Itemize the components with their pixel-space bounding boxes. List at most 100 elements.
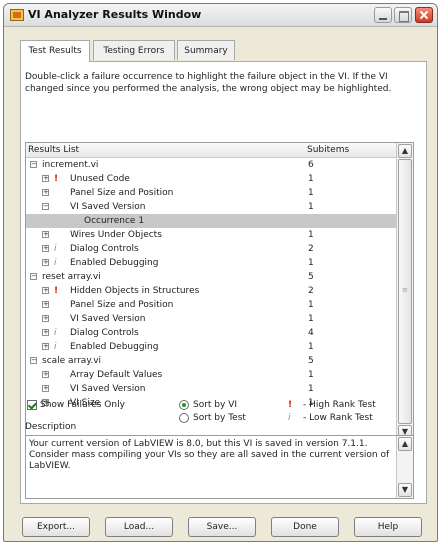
row-label: Occurrence 1 [84,216,145,226]
row-subitem-count: 1 [308,384,314,394]
subitems-column-label: Subitems [307,145,350,155]
occurrence-row[interactable]: Occurrence 1 [26,214,396,228]
expand-icon[interactable]: + [42,315,49,322]
high-rank-legend: - High Rank Test [303,400,376,410]
load-button[interactable]: Load... [105,517,173,537]
row-label: Panel Size and Position [70,188,174,198]
instructions-text: Double-click a failure occurrence to hig… [25,72,392,94]
close-button[interactable] [415,7,433,23]
row-label: Hidden Objects in Structures [70,286,200,296]
test-row[interactable]: + Wires Under Objects 1 [26,228,396,242]
expand-icon[interactable]: + [42,287,49,294]
description-scrollbar[interactable]: ▲ ▼ [396,436,413,498]
results-list-column-label: Results List [28,145,80,155]
row-subitem-count: 4 [308,328,314,338]
vi-row[interactable]: − reset array.vi 5 [26,270,396,284]
save-button[interactable]: Save... [188,517,256,537]
row-label: Unused Code [70,174,130,184]
scroll-up-icon[interactable]: ▲ [398,144,412,158]
expand-icon[interactable]: + [42,259,49,266]
tab-test-results[interactable]: Test Results [20,40,90,62]
expand-icon[interactable]: + [42,231,49,238]
row-subitem-count: 1 [308,258,314,268]
row-subitem-count: 1 [308,300,314,310]
test-row[interactable]: +! Hidden Objects in Structures 2 [26,284,396,298]
test-row[interactable]: + Panel Size and Position 1 [26,186,396,200]
test-row[interactable]: + i Enabled Debugging 1 [26,340,396,354]
row-label: Wires Under Objects [70,230,162,240]
low-rank-icon: i [54,258,57,268]
test-row[interactable]: + Panel Size and Position 1 [26,298,396,312]
show-failures-checkbox[interactable] [27,400,37,410]
row-subitem-count: 1 [308,188,314,198]
scroll-thumb[interactable]: ≡ [398,159,412,424]
expand-icon[interactable]: + [42,245,49,252]
test-row[interactable]: + VI Saved Version 1 [26,382,396,396]
collapse-icon[interactable]: − [30,161,37,168]
row-subitem-count: 6 [308,160,314,170]
test-row[interactable]: + i Enabled Debugging 1 [26,256,396,270]
expand-icon[interactable]: + [42,343,49,350]
sort-by-vi-radio[interactable] [179,400,189,410]
export-button[interactable]: Export... [22,517,90,537]
row-label: VI Saved Version [70,384,146,394]
collapse-icon[interactable]: − [30,357,37,364]
window-title: VI Analyzer Results Window [28,8,202,21]
high-rank-icon: ! [54,286,59,296]
row-label: Dialog Controls [70,328,139,338]
test-row[interactable]: + i Dialog Controls 4 [26,326,396,340]
maximize-button[interactable] [394,7,412,23]
title-bar[interactable]: VI Analyzer Results Window [4,4,437,27]
help-button[interactable]: Help [354,517,422,537]
low-rank-icon: i [54,328,57,338]
collapse-icon[interactable]: − [42,203,49,210]
row-label: VI Saved Version [70,202,146,212]
test-row[interactable]: + i Dialog Controls 2 [26,242,396,256]
low-rank-legend: - Low Rank Test [303,413,373,423]
test-row[interactable]: +! Unused Code 1 [26,172,396,186]
row-subitem-count: 1 [308,230,314,240]
sort-by-test-radio[interactable] [179,413,189,423]
expand-icon[interactable]: + [42,189,49,196]
collapse-icon[interactable]: − [30,273,37,280]
labview-app-icon [10,9,24,21]
low-rank-icon: i [54,244,57,254]
expand-icon[interactable]: + [42,175,49,182]
test-results-panel: Double-click a failure occurrence to hig… [20,61,427,504]
sort-by-vi-label: Sort by VI [193,400,238,410]
row-label: increment.vi [42,160,99,170]
row-subitem-count: 2 [308,244,314,254]
results-scrollbar[interactable]: ▲ ≡ ▼ [396,143,413,440]
desc-scroll-down-icon[interactable]: ▼ [398,483,412,497]
results-list[interactable]: Results List Subitems − increment.vi 6 +! Un… [25,142,414,441]
expand-icon[interactable]: + [42,329,49,336]
test-row[interactable]: − VI Saved Version 1 [26,200,396,214]
results-list-header: Results List Subitems [26,143,396,158]
description-text: Your current version of LabVIEW is 8.0, … [29,439,390,471]
results-window: VI Analyzer Results Window Test Results … [3,3,438,542]
row-label: reset array.vi [42,272,101,282]
row-subitem-count: 1 [308,314,314,324]
vi-row[interactable]: − scale array.vi 5 [26,354,396,368]
test-row[interactable]: + VI Saved Version 1 [26,312,396,326]
show-failures-label: Show Failures Only [40,400,125,410]
row-subitem-count: 1 [308,370,314,380]
row-subitem-count: 5 [308,272,314,282]
expand-icon[interactable]: + [42,371,49,378]
expand-icon[interactable]: + [42,385,49,392]
low-rank-icon: i [288,413,291,423]
row-label: Enabled Debugging [70,258,159,268]
description-box[interactable]: Your current version of LabVIEW is 8.0, … [25,435,414,499]
minimize-button[interactable] [374,7,392,23]
tab-testing-errors[interactable]: Testing Errors [93,40,175,60]
expand-icon[interactable]: + [42,301,49,308]
low-rank-icon: i [54,342,57,352]
desc-scroll-up-icon[interactable]: ▲ [398,437,412,451]
row-label: scale array.vi [42,356,102,366]
test-row[interactable]: + Array Default Values 1 [26,368,396,382]
done-button[interactable]: Done [271,517,339,537]
tab-summary[interactable]: Summary [177,40,235,60]
row-label: Array Default Values [70,370,163,380]
vi-row[interactable]: − increment.vi 6 [26,158,396,172]
row-label: VI Saved Version [70,314,146,324]
